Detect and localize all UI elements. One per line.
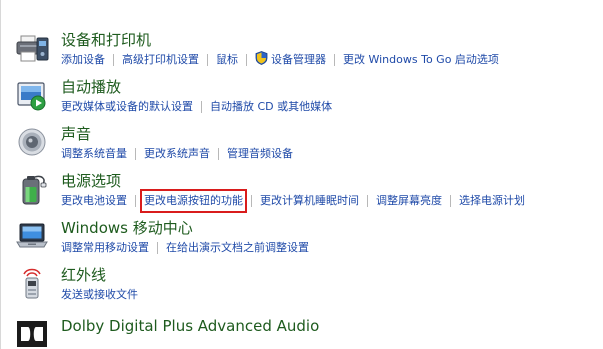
link-choose-power-plan[interactable]: 选择电源计划: [459, 193, 525, 209]
category-links-autoplay: 更改媒体或设备的默认设置 自动播放 CD 或其他媒体: [61, 98, 332, 116]
category-links-devices-printers: 添加设备 高级打印机设置 鼠标 设备管理器 更改 Windows To Go 启…: [61, 50, 499, 70]
link-presentation-settings[interactable]: 在给出演示文档之前调整设置: [166, 240, 309, 256]
battery-icon: [15, 173, 51, 207]
link-sleep-time[interactable]: 更改计算机睡眠时间: [260, 193, 359, 209]
link-separator: [450, 195, 451, 207]
link-separator: [251, 195, 252, 207]
category-title-infrared[interactable]: 红外线: [61, 265, 106, 285]
link-separator: [207, 54, 208, 66]
category-links-sound: 调整系统音量 更改系统声音 管理音频设备: [61, 145, 293, 163]
category-devices-printers: 设备和打印机 添加设备 高级打印机设置 鼠标 设备管理器 更改 Windows …: [1, 30, 601, 76]
category-title-power-options[interactable]: 电源选项: [61, 171, 121, 191]
printer-device-icon: [15, 32, 51, 66]
link-add-device[interactable]: 添加设备: [61, 52, 105, 68]
link-mouse[interactable]: 鼠标: [216, 52, 238, 68]
link-separator: [135, 195, 136, 207]
link-power-button-function[interactable]: 更改电源按钮的功能: [140, 189, 247, 213]
link-separator: [218, 148, 219, 160]
link-separator: [367, 195, 368, 207]
dolby-icon: [15, 318, 51, 349]
category-links-power-options: 更改电池设置 更改电源按钮的功能 更改计算机睡眠时间 调整屏幕亮度 选择电源计划: [61, 189, 525, 213]
link-send-receive-files[interactable]: 发送或接收文件: [61, 287, 138, 303]
category-links-infrared: 发送或接收文件: [61, 286, 138, 304]
link-autoplay-cd[interactable]: 自动播放 CD 或其他媒体: [210, 99, 332, 115]
category-links-mobility-center: 调整常用移动设置 在给出演示文档之前调整设置: [61, 239, 309, 257]
speaker-icon: [15, 126, 51, 160]
category-sound: 声音 调整系统音量 更改系统声音 管理音频设备: [1, 124, 601, 170]
category-autoplay: 自动播放 更改媒体或设备的默认设置 自动播放 CD 或其他媒体: [1, 77, 601, 123]
mobility-center-icon: [15, 220, 51, 254]
link-separator: [201, 101, 202, 113]
category-title-sound[interactable]: 声音: [61, 124, 91, 144]
category-power-options: 电源选项 更改电池设置 更改电源按钮的功能 更改计算机睡眠时间 调整屏幕亮度 选…: [1, 171, 601, 217]
link-separator: [135, 148, 136, 160]
link-manage-audio-devices[interactable]: 管理音频设备: [227, 146, 293, 162]
link-windows-to-go[interactable]: 更改 Windows To Go 启动选项: [343, 52, 499, 68]
link-separator: [334, 54, 335, 66]
autoplay-icon: [15, 79, 51, 113]
uac-shield-icon: [255, 50, 268, 70]
category-mobility-center: Windows 移动中心 调整常用移动设置 在给出演示文档之前调整设置: [1, 218, 601, 264]
link-battery-settings[interactable]: 更改电池设置: [61, 193, 127, 209]
link-advanced-printer-setup[interactable]: 高级打印机设置: [122, 52, 199, 68]
category-title-autoplay[interactable]: 自动播放: [61, 77, 121, 97]
link-separator: [157, 242, 158, 254]
link-screen-brightness[interactable]: 调整屏幕亮度: [376, 193, 442, 209]
link-device-manager-wrap[interactable]: 设备管理器: [255, 50, 326, 70]
link-change-system-sounds[interactable]: 更改系统声音: [144, 146, 210, 162]
category-title-devices-printers[interactable]: 设备和打印机: [61, 30, 151, 50]
link-mobility-settings[interactable]: 调整常用移动设置: [61, 240, 149, 256]
infrared-icon: [15, 267, 51, 301]
link-device-manager[interactable]: 设备管理器: [271, 52, 326, 68]
category-dolby: Dolby Digital Plus Advanced Audio: [1, 316, 601, 349]
category-infrared: 红外线 发送或接收文件: [1, 265, 601, 311]
link-separator: [246, 54, 247, 66]
link-change-media-defaults[interactable]: 更改媒体或设备的默认设置: [61, 99, 193, 115]
category-title-dolby[interactable]: Dolby Digital Plus Advanced Audio: [61, 316, 319, 336]
category-title-mobility-center[interactable]: Windows 移动中心: [61, 218, 193, 238]
link-adjust-volume[interactable]: 调整系统音量: [61, 146, 127, 162]
control-panel-hardware-and-sound: 设备和打印机 添加设备 高级打印机设置 鼠标 设备管理器 更改 Windows …: [0, 0, 603, 349]
link-separator: [113, 54, 114, 66]
